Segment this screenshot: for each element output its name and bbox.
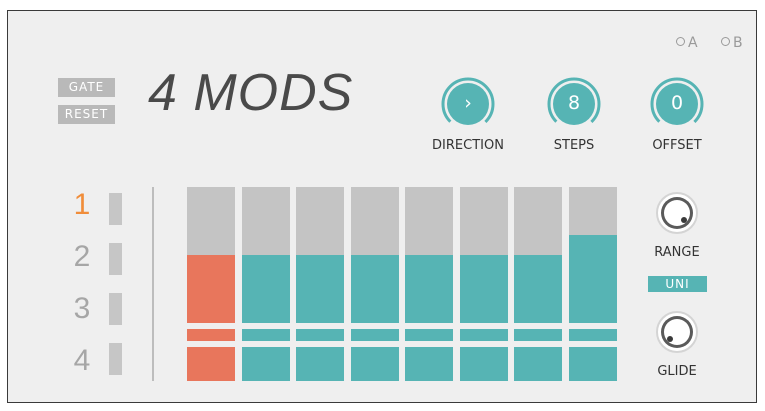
knob-icon (656, 192, 698, 234)
step-gate-bar[interactable] (514, 329, 562, 341)
step-mod-bar[interactable] (242, 347, 290, 381)
offset-value: 0 (670, 92, 684, 114)
step-level-bar[interactable] (514, 255, 562, 323)
step-level-bar[interactable] (187, 255, 235, 323)
steps-label: STEPS (553, 138, 595, 153)
step-mod-bar[interactable] (351, 347, 399, 381)
row-4-selector[interactable] (109, 343, 122, 375)
divider (152, 187, 154, 381)
row-2-selector[interactable] (109, 243, 122, 275)
direction-label: DIRECTION (432, 138, 504, 153)
step-level-bar[interactable] (296, 255, 344, 323)
step-gate-bar[interactable] (569, 329, 617, 341)
uni-toggle[interactable]: UNI (648, 276, 707, 292)
radio-icon (676, 37, 685, 46)
preset-a-toggle[interactable]: A (676, 35, 699, 51)
step-level-bar[interactable] (405, 255, 453, 323)
offset-label: OFFSET (652, 138, 702, 153)
row-3-selector[interactable] (109, 293, 122, 325)
row-4-label[interactable]: 4 (70, 344, 94, 378)
steps-value: 8 (567, 92, 581, 114)
direction-value: › (464, 92, 472, 114)
row-3-label[interactable]: 3 (70, 292, 94, 326)
step-gate-bar[interactable] (405, 329, 453, 341)
module-title: 4 MODS (148, 64, 354, 122)
step-level-bar[interactable] (351, 255, 399, 323)
direction-knob[interactable]: › (441, 77, 495, 131)
step-mod-bar[interactable] (514, 347, 562, 381)
step-mod-bar[interactable] (187, 347, 235, 381)
range-knob[interactable] (655, 191, 699, 235)
step-gate-bar[interactable] (187, 329, 235, 341)
reset-button[interactable]: RESET (58, 105, 115, 124)
step-mod-bar[interactable] (460, 347, 508, 381)
radio-icon (721, 37, 730, 46)
step-gate-bar[interactable] (460, 329, 508, 341)
preset-b-toggle[interactable]: B (721, 35, 744, 51)
glide-knob[interactable] (655, 310, 699, 354)
row-1-label[interactable]: 1 (70, 188, 94, 222)
step-level-bar[interactable] (569, 235, 617, 323)
mods-panel: A B GATE RESET 4 MODS › DIRECTION 8 STEP… (7, 10, 757, 403)
row-2-label[interactable]: 2 (70, 240, 94, 274)
step-mod-bar[interactable] (405, 347, 453, 381)
offset-knob[interactable]: 0 (650, 77, 704, 131)
glide-label: GLIDE (657, 364, 697, 379)
steps-knob[interactable]: 8 (547, 77, 601, 131)
row-1-selector[interactable] (109, 193, 122, 225)
knob-icon (656, 311, 698, 353)
range-label: RANGE (654, 245, 700, 260)
step-mod-bar[interactable] (296, 347, 344, 381)
step-level-bar[interactable] (460, 255, 508, 323)
step-gate-bar[interactable] (242, 329, 290, 341)
step-mod-bar[interactable] (569, 347, 617, 381)
step-gate-bar[interactable] (296, 329, 344, 341)
step-level-bar[interactable] (242, 255, 290, 323)
gate-button[interactable]: GATE (58, 78, 115, 97)
step-gate-bar[interactable] (351, 329, 399, 341)
